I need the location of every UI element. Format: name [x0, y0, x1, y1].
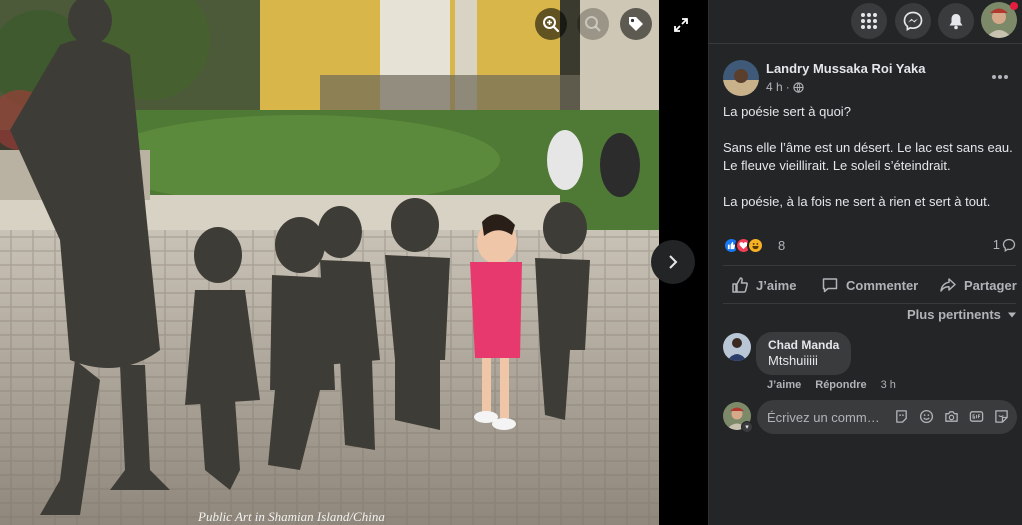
comment-count-number: 1	[992, 237, 1000, 252]
comment-count[interactable]: 1	[993, 237, 1016, 252]
commenter-name[interactable]: Chad Manda	[768, 338, 839, 352]
post-meta: 4 h ·	[766, 80, 804, 94]
emoji-icon	[919, 409, 933, 423]
messenger-icon	[903, 11, 923, 31]
post-panel: Landry Mussaka Roi Yaka 4 h · La poésie …	[708, 0, 1022, 525]
caret-down-icon	[1007, 312, 1016, 317]
author-avatar[interactable]	[723, 60, 759, 96]
meta-separator: ·	[785, 80, 790, 94]
more-options-button[interactable]	[987, 64, 1013, 90]
expand-button[interactable]	[670, 14, 692, 36]
photo-viewer: Public Art in Shamian Island/China	[0, 0, 708, 525]
chevron-right-icon	[669, 255, 678, 269]
author-name[interactable]: Landry Mussaka Roi Yaka	[766, 61, 925, 76]
sticker-button[interactable]	[993, 408, 1009, 424]
photo-button[interactable]	[943, 408, 959, 424]
comment-time[interactable]: 3 h	[881, 379, 896, 391]
comment-reply-link[interactable]: Répondre	[815, 379, 866, 391]
like-label: J’aime	[756, 277, 797, 293]
post-body: La poésie sert à quoi? Sans elle l’âme e…	[723, 103, 1018, 211]
notification-dot	[1010, 2, 1018, 10]
reaction-icons[interactable]	[723, 237, 764, 254]
share-icon	[940, 278, 956, 292]
comment-text: Mtshuiiiii	[768, 353, 818, 368]
tag-button[interactable]	[620, 8, 652, 40]
haha-reaction-icon	[747, 237, 764, 254]
composer-tools	[893, 408, 1009, 424]
reaction-count[interactable]: 8	[778, 238, 785, 253]
comment-bubble-icon	[1002, 238, 1016, 252]
photo-illustration	[0, 0, 659, 525]
author-avatar-image	[723, 60, 759, 96]
grid-menu-icon	[861, 13, 877, 29]
comment-icon	[822, 278, 838, 293]
comment-label: Commenter	[846, 277, 919, 293]
like-button[interactable]: J’aime	[731, 270, 796, 300]
tag-icon	[629, 17, 643, 31]
gif-button[interactable]	[968, 408, 984, 424]
comment-sort-dropdown[interactable]: Plus pertinents	[907, 307, 1017, 322]
globe-icon[interactable]	[793, 81, 804, 93]
avatar-sticker-icon	[895, 409, 907, 423]
top-bar	[709, 0, 1022, 44]
gif-icon	[969, 410, 983, 422]
zoom-in-icon	[543, 16, 560, 33]
photo-caption: Public Art in Shamian Island/China	[198, 509, 385, 524]
post-paragraph: La poésie sert à quoi?	[723, 104, 851, 119]
avatar-sticker-button[interactable]	[893, 408, 909, 424]
comment-actions: J’aime Répondre 3 h	[767, 379, 896, 391]
share-label: Partager	[964, 277, 1017, 293]
bell-icon	[949, 14, 963, 30]
actions-divider	[723, 303, 1016, 304]
profile-switch-chevron-icon[interactable]: ▾	[741, 421, 753, 433]
menu-button[interactable]	[851, 3, 887, 39]
post-time[interactable]: 4 h	[766, 80, 783, 94]
comment-input-box[interactable]	[757, 400, 1017, 434]
post-photo[interactable]: Public Art in Shamian Island/China	[0, 0, 659, 525]
camera-icon	[944, 410, 958, 422]
sort-label: Plus pertinents	[907, 307, 1001, 322]
post-header: Landry Mussaka Roi Yaka 4 h ·	[723, 60, 1013, 98]
next-photo-button[interactable]	[651, 240, 695, 284]
commenter-avatar[interactable]	[723, 333, 751, 361]
zoom-out-button[interactable]	[577, 8, 609, 40]
notifications-button[interactable]	[938, 3, 974, 39]
commenter-avatar-image	[723, 333, 751, 361]
share-button[interactable]: Partager	[939, 270, 1017, 300]
comment-input[interactable]	[767, 400, 887, 434]
zoom-out-icon	[585, 16, 601, 32]
zoom-in-button[interactable]	[535, 8, 567, 40]
comment-button[interactable]: Commenter	[821, 270, 918, 300]
comment-like-link[interactable]: J’aime	[767, 379, 801, 391]
comment-composer: ▾	[723, 400, 1017, 434]
comment-bubble: Chad Manda Mtshuiiiii	[756, 332, 852, 375]
post-actions: J’aime Commenter Partager	[723, 270, 1022, 300]
reactions-divider	[723, 265, 1016, 266]
more-icon	[992, 75, 1008, 79]
reactions-bar: 8 1	[723, 236, 1016, 256]
post-paragraph: Sans elle l’âme est un désert. Le lac es…	[723, 140, 1013, 173]
post-paragraph: La poésie, à la fois ne sert à rien et s…	[723, 194, 991, 209]
emoji-button[interactable]	[918, 408, 934, 424]
expand-icon	[674, 18, 688, 32]
messenger-button[interactable]	[895, 3, 931, 39]
sticker-icon	[994, 409, 1008, 423]
thumbs-up-icon	[732, 277, 748, 293]
